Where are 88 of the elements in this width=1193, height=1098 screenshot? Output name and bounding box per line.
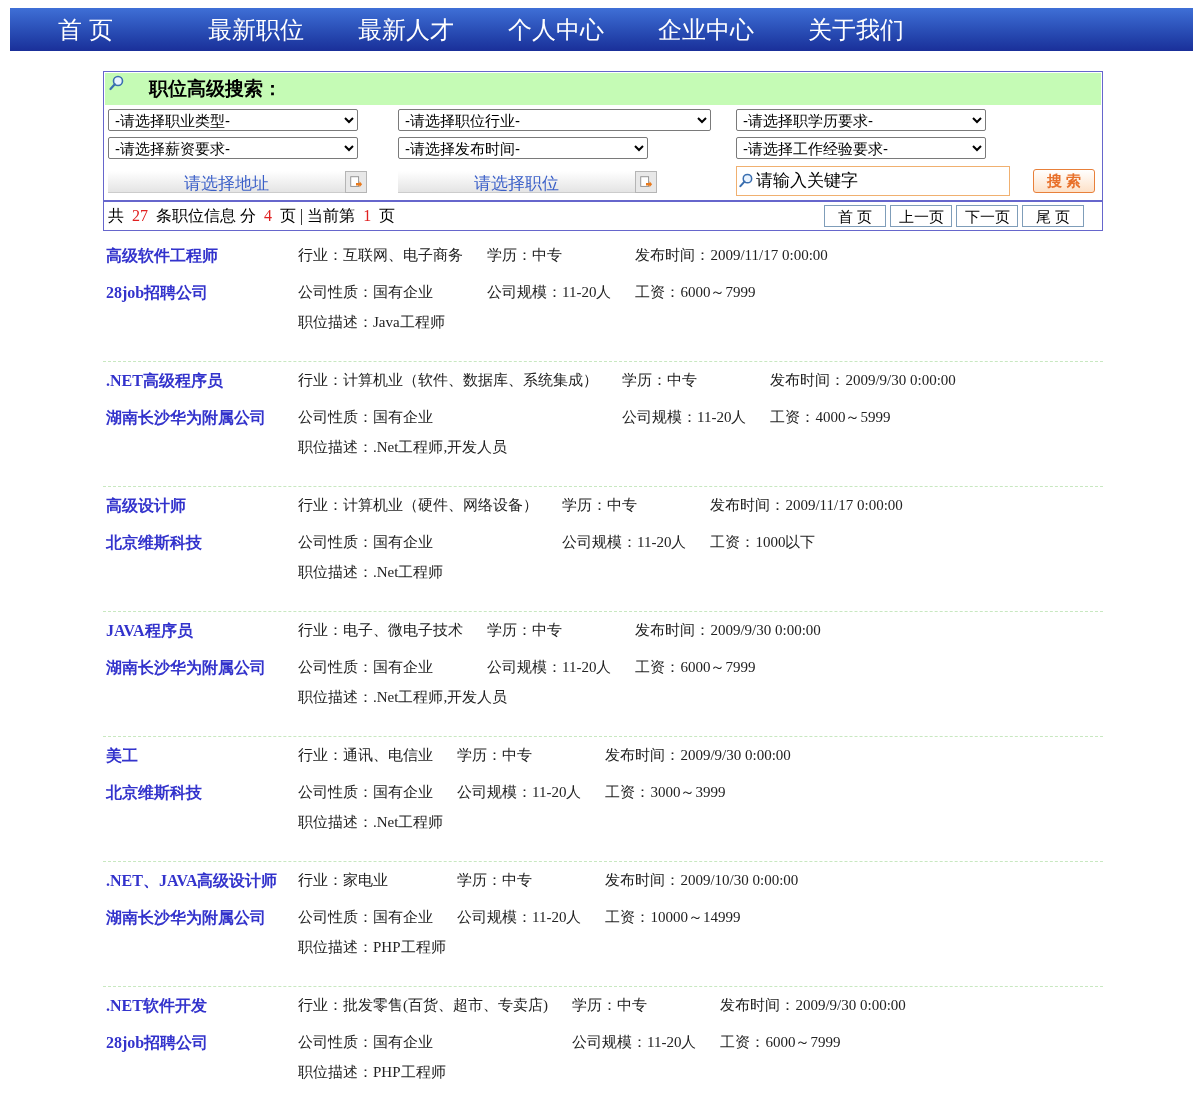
job-description-text: 职位描述：.Net工程师 xyxy=(298,814,444,830)
company-size-text: 公司规模：11-20人 xyxy=(562,534,687,550)
job-title-link[interactable]: 高级软件工程师 xyxy=(106,247,218,264)
education-text: 学历：中专 xyxy=(457,747,532,763)
publish-time-text: 发布时间：2009/11/17 0:00:00 xyxy=(710,497,903,513)
company-type-text: 公司性质：国有企业 xyxy=(298,534,433,550)
education-text: 学历：中专 xyxy=(487,247,562,263)
search-icon xyxy=(109,75,125,91)
industry-text: 行业：计算机业（硬件、网络设备） xyxy=(298,497,538,513)
job-title-link[interactable]: 美工 xyxy=(106,747,138,764)
education-text: 学历：中专 xyxy=(487,622,562,638)
job-title-link[interactable]: 高级设计师 xyxy=(106,497,186,514)
job-title-link[interactable]: .NET、JAVA高级设计师 xyxy=(106,872,278,889)
nav-link[interactable]: 首 页 xyxy=(58,11,208,48)
company-type-text: 公司性质：国有企业 xyxy=(298,284,433,300)
salary-text: 工资：1000以下 xyxy=(710,534,816,550)
company-link[interactable]: 湖南长沙华为附属公司 xyxy=(106,659,266,676)
salary-text: 工资：10000～14999 xyxy=(605,909,741,925)
location-picker-button[interactable]: 请选择地址 xyxy=(108,171,345,193)
search-icon xyxy=(739,173,754,188)
company-link[interactable]: 北京维斯科技 xyxy=(106,534,202,551)
job-title-link[interactable]: .NET高级程序员 xyxy=(106,372,223,389)
company-link[interactable]: 湖南长沙华为附属公司 xyxy=(106,409,266,426)
dropdown-field[interactable]: -请选择工作经验要求- xyxy=(736,137,986,159)
company-size-text: 公司规模：11-20人 xyxy=(457,784,582,800)
job-description-text: 职位描述：Java工程师 xyxy=(298,314,445,330)
industry-text: 行业：通讯、电信业 xyxy=(298,747,433,763)
salary-text: 工资：4000～5999 xyxy=(770,409,891,425)
company-size-text: 公司规模：11-20人 xyxy=(457,909,582,925)
job-description-text: 职位描述：.Net工程师,开发人员 xyxy=(298,439,508,455)
dropdown-field[interactable]: -请选择职位行业- xyxy=(398,109,711,131)
industry-text: 行业：家电业 xyxy=(298,872,388,888)
salary-text: 工资：3000～3999 xyxy=(605,784,726,800)
keyword-field[interactable]: 请输入关键字 xyxy=(736,166,1010,196)
company-type-text: 公司性质：国有企业 xyxy=(298,1034,433,1050)
education-text: 学历：中专 xyxy=(622,372,697,388)
company-size-text: 公司规模：11-20人 xyxy=(487,284,612,300)
industry-text: 行业：电子、微电子技术 xyxy=(298,622,463,638)
salary-text: 工资：6000～7999 xyxy=(635,284,756,300)
pager-button[interactable]: 尾 页 xyxy=(1022,205,1084,227)
company-link[interactable]: 湖南长沙华为附属公司 xyxy=(106,909,266,926)
location-picker-button[interactable]: 请选择职位 xyxy=(398,171,635,193)
industry-text: 行业：互联网、电子商务 xyxy=(298,247,463,263)
result-summary: 共 27 条职位信息 分 4 页 | 当前第 1 页 xyxy=(108,206,396,227)
publish-time-text: 发布时间：2009/9/30 0:00:00 xyxy=(635,622,821,638)
job-title-link[interactable]: .NET软件开发 xyxy=(106,997,207,1014)
company-size-text: 公司规模：11-20人 xyxy=(487,659,612,675)
company-link[interactable]: 28job招聘公司 xyxy=(106,1034,209,1051)
company-size-text: 公司规模：11-20人 xyxy=(572,1034,697,1050)
job-description-text: 职位描述：.Net工程师,开发人员 xyxy=(298,689,508,705)
company-link[interactable]: 28job招聘公司 xyxy=(106,284,209,301)
dropdown-field[interactable]: -请选择职学历要求- xyxy=(736,109,986,131)
dropdown-field[interactable]: -请选择发布时间- xyxy=(398,137,648,159)
job-title-link[interactable]: JAVA程序员 xyxy=(106,622,193,639)
salary-text: 工资：6000～7999 xyxy=(635,659,756,675)
company-type-text: 公司性质：国有企业 xyxy=(298,909,433,925)
company-link[interactable]: 北京维斯科技 xyxy=(106,784,202,801)
nav-link[interactable]: 企业中心 xyxy=(658,11,808,48)
job-description-text: 职位描述：PHP工程师 xyxy=(298,1064,446,1080)
job-description-text: 职位描述：PHP工程师 xyxy=(298,939,446,955)
publish-time-text: 发布时间：2009/11/17 0:00:00 xyxy=(635,247,828,263)
pager-button[interactable]: 下一页 xyxy=(956,205,1018,227)
salary-text: 工资：6000～7999 xyxy=(720,1034,841,1050)
company-size-text: 公司规模：11-20人 xyxy=(622,409,747,425)
nav-link[interactable]: 最新人才 xyxy=(358,11,508,48)
nav-link[interactable]: 关于我们 xyxy=(808,11,958,48)
education-text: 学历：中专 xyxy=(562,497,637,513)
picker-icon[interactable] xyxy=(345,171,367,193)
job-description-text: 职位描述：.Net工程师 xyxy=(298,564,444,580)
nav-link[interactable]: 最新职位 xyxy=(208,11,358,48)
company-type-text: 公司性质：国有企业 xyxy=(298,659,433,675)
publish-time-text: 发布时间：2009/9/30 0:00:00 xyxy=(770,372,956,388)
company-type-text: 公司性质：国有企业 xyxy=(298,784,433,800)
search-title: 职位高级搜索： xyxy=(149,76,282,101)
education-text: 学历：中专 xyxy=(457,872,532,888)
dropdown-field[interactable]: -请选择薪资要求- xyxy=(108,137,358,159)
industry-text: 行业：批发零售(百货、超市、专卖店) xyxy=(298,997,548,1013)
education-text: 学历：中专 xyxy=(572,997,647,1013)
nav-link[interactable]: 个人中心 xyxy=(508,11,658,48)
dropdown-field[interactable]: -请选择职业类型- xyxy=(108,109,358,131)
publish-time-text: 发布时间：2009/9/30 0:00:00 xyxy=(720,997,906,1013)
company-type-text: 公司性质：国有企业 xyxy=(298,409,433,425)
pager-button[interactable]: 首 页 xyxy=(824,205,886,227)
pager-button[interactable]: 上一页 xyxy=(890,205,952,227)
picker-icon[interactable] xyxy=(635,171,657,193)
publish-time-text: 发布时间：2009/9/30 0:00:00 xyxy=(605,747,791,763)
industry-text: 行业：计算机业（软件、数据库、系统集成） xyxy=(298,372,598,388)
publish-time-text: 发布时间：2009/10/30 0:00:00 xyxy=(605,872,799,888)
